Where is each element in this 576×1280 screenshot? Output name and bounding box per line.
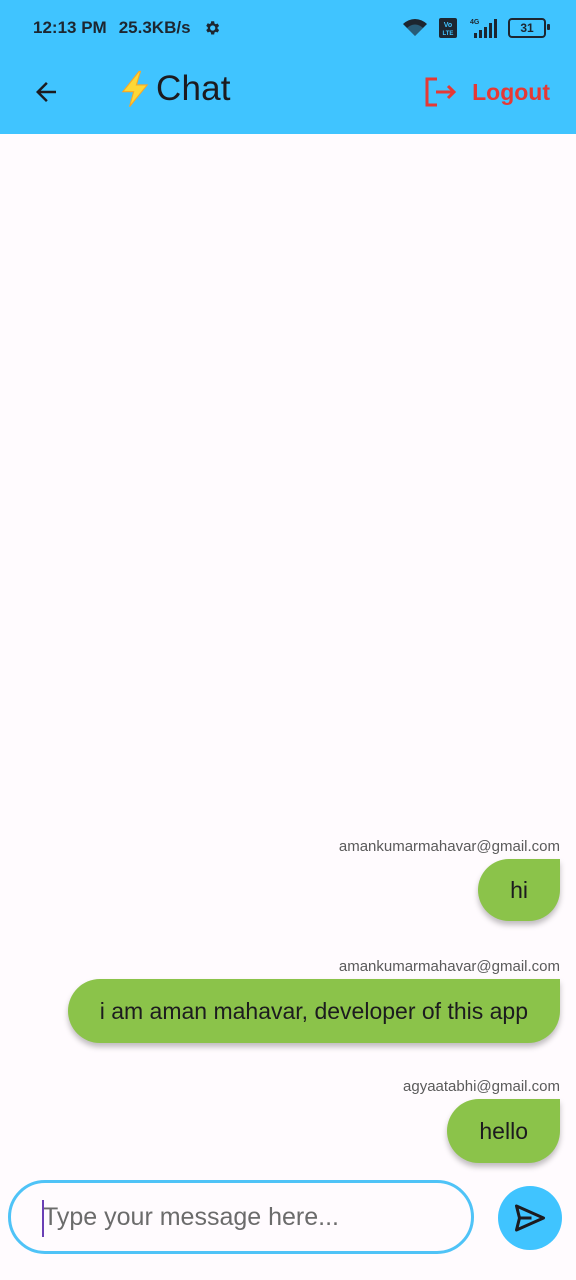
svg-text:4G: 4G	[470, 19, 480, 26]
status-network-speed: 25.3KB/s	[118, 18, 191, 37]
wifi-icon	[403, 19, 427, 36]
send-icon	[515, 1204, 545, 1232]
message-bubble: i am aman mahavar, developer of this app	[67, 979, 560, 1043]
message-item: agyaatabhi@gmail.com hello	[403, 1078, 560, 1163]
signal-4g-icon: 4G	[470, 19, 497, 38]
message-text: hi	[510, 876, 528, 903]
logout-icon	[425, 77, 457, 107]
back-button[interactable]	[26, 72, 66, 112]
lightning-bolt-icon	[121, 70, 149, 107]
title-group: Chat	[118, 66, 231, 112]
message-input[interactable]	[41, 1201, 471, 1233]
battery-level: 31	[520, 21, 534, 35]
top-bar: 12:13 PM 25.3KB/s Vo LTE 4G 31 Chat Logo…	[0, 0, 576, 134]
text-cursor	[42, 1200, 44, 1237]
settings-gear-icon	[205, 21, 219, 35]
arrow-back-icon	[36, 82, 56, 102]
status-bar: 12:13 PM 25.3KB/s Vo LTE 4G 31	[0, 0, 576, 56]
page-title: Chat	[156, 69, 231, 108]
svg-text:LTE: LTE	[443, 31, 454, 37]
logout-button[interactable]: Logout	[424, 72, 550, 112]
message-list[interactable]: amankumarmahavar@gmail.com hi amankumarm…	[0, 134, 576, 1174]
message-text: i am aman mahavar, developer of this app	[99, 997, 528, 1024]
status-time: 12:13 PM	[33, 18, 107, 37]
message-item: amankumarmahavar@gmail.com i am aman mah…	[67, 958, 560, 1043]
message-bubble: hi	[478, 859, 560, 921]
battery-icon: 31	[508, 18, 550, 38]
message-sender: amankumarmahavar@gmail.com	[338, 958, 560, 975]
message-composer	[8, 1180, 474, 1254]
app-bar: Chat Logout	[0, 56, 576, 134]
send-button[interactable]	[498, 1186, 562, 1250]
message-text: hello	[479, 1117, 528, 1144]
volte-icon: Vo LTE	[439, 18, 457, 38]
message-item: amankumarmahavar@gmail.com hi	[339, 838, 560, 921]
message-sender: amankumarmahavar@gmail.com	[338, 838, 560, 855]
message-sender: agyaatabhi@gmail.com	[403, 1078, 560, 1095]
svg-text:Vo: Vo	[444, 22, 452, 29]
message-bubble: hello	[447, 1099, 560, 1163]
logout-label: Logout	[472, 78, 550, 105]
